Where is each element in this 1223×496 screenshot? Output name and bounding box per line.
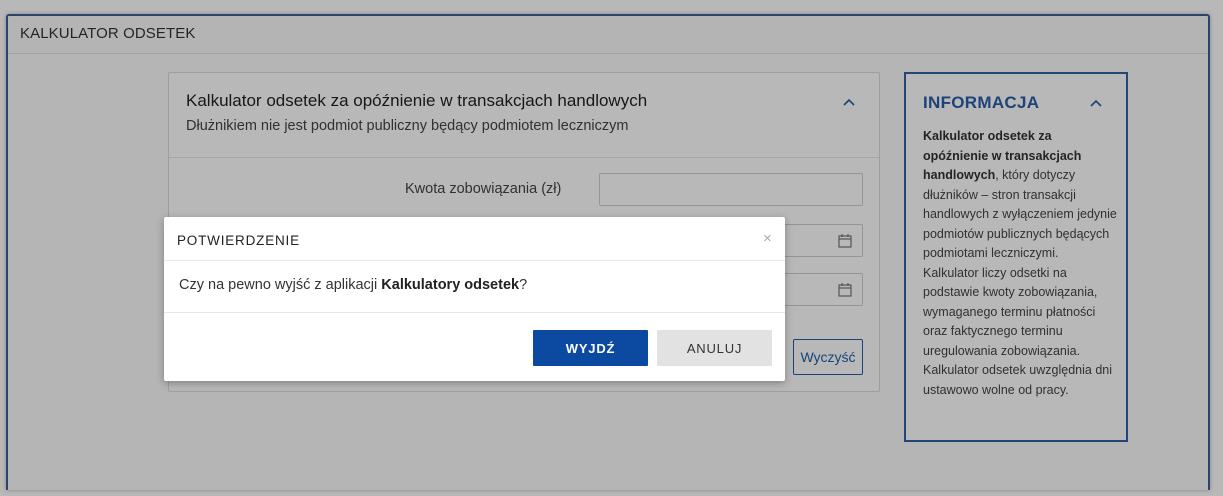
dialog-message: Czy na pewno wyjść z aplikacji Kalkulato…	[179, 277, 527, 293]
confirmation-dialog: POTWIERDZENIE × Czy na pewno wyjść z apl…	[164, 217, 785, 381]
divider	[164, 260, 785, 261]
dialog-message-prefix: Czy na pewno wyjść z aplikacji	[179, 277, 382, 293]
dialog-message-app-name: Kalkulatory odsetek	[381, 277, 520, 293]
close-icon[interactable]: ×	[763, 230, 772, 247]
divider	[164, 312, 785, 313]
cancel-button[interactable]: ANULUJ	[657, 330, 772, 366]
exit-button[interactable]: WYJDŹ	[533, 330, 648, 366]
dialog-message-suffix: ?	[519, 277, 528, 293]
dialog-title: POTWIERDZENIE	[177, 233, 300, 248]
